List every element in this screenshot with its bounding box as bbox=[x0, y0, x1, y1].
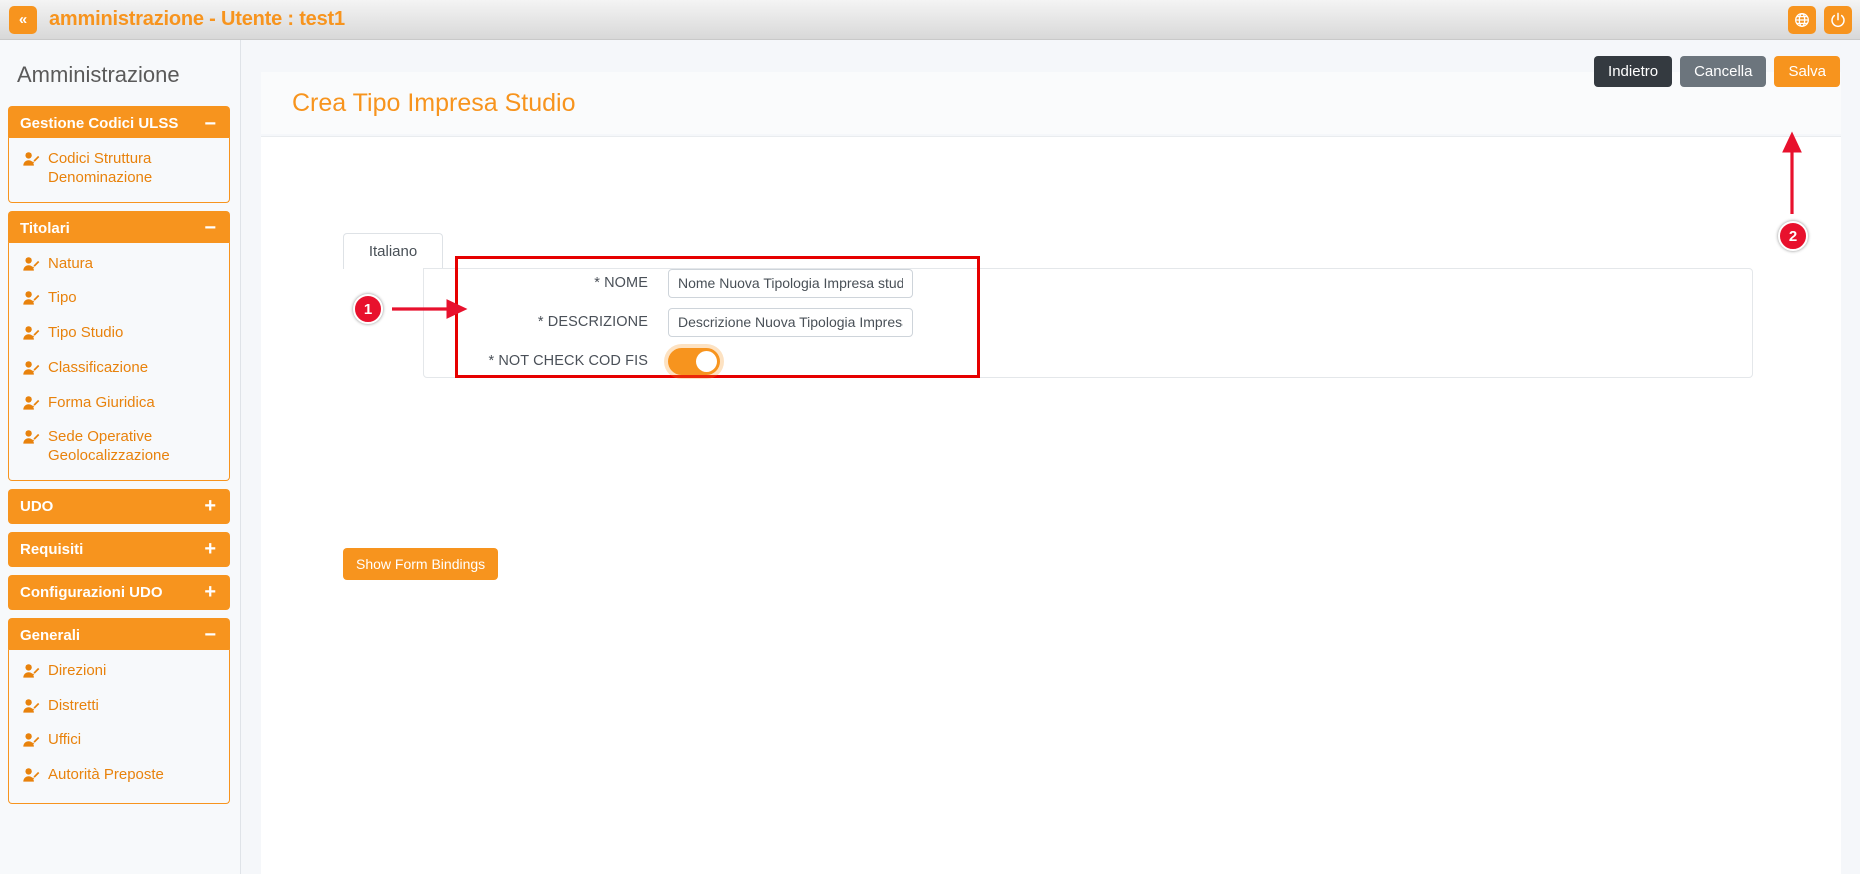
nome-input[interactable] bbox=[668, 268, 913, 298]
power-icon[interactable] bbox=[1824, 6, 1852, 34]
page-action-buttons: Indietro Cancella Salva bbox=[1594, 56, 1840, 87]
sidebar-title: Amministrazione bbox=[17, 62, 180, 87]
user-edit-icon bbox=[23, 698, 40, 720]
sidebar-group-label: Configurazioni UDO bbox=[20, 583, 163, 601]
chevron-double-left-icon[interactable]: « bbox=[9, 5, 37, 34]
not-check-cod-fis-toggle[interactable] bbox=[668, 347, 720, 375]
sidebar-item-classificazione[interactable]: Classificazione bbox=[9, 353, 229, 388]
label-nome: * NOME bbox=[594, 275, 648, 291]
minus-icon[interactable]: − bbox=[204, 114, 216, 134]
sidebar-item-label: Tipo Studio bbox=[48, 324, 124, 341]
sidebar-group: UDO + bbox=[8, 488, 230, 524]
sidebar-groups: Gestione Codici ULSS − Codici Struttura De… bbox=[0, 106, 240, 804]
field-row-not-check-cod-fis: * NOT CHECK COD FIS bbox=[458, 343, 977, 379]
user-edit-icon bbox=[23, 326, 40, 347]
minus-icon[interactable]: − bbox=[204, 218, 216, 238]
app-title: amministrazione - Utente : test1 bbox=[49, 8, 345, 30]
sidebar-group: Requisiti + bbox=[8, 531, 230, 567]
sidebar-item-uffici[interactable]: Uffici bbox=[9, 725, 229, 760]
user-edit-icon bbox=[23, 256, 40, 278]
toggle-knob bbox=[696, 350, 717, 372]
plus-icon[interactable]: + bbox=[204, 496, 216, 516]
topbar-actions bbox=[1788, 6, 1852, 34]
sidebar-group-label: UDO bbox=[20, 497, 54, 515]
user-edit-icon bbox=[23, 430, 40, 451]
sidebar-item-label: Direzioni bbox=[48, 661, 107, 679]
sidebar-item-direzioni[interactable]: Direzioni bbox=[9, 656, 229, 691]
sidebar-item-label: Natura bbox=[48, 254, 94, 272]
cancel-button[interactable]: Cancella bbox=[1680, 56, 1767, 87]
user-edit-icon bbox=[23, 768, 40, 789]
top-bar: « amministrazione - Utente : test1 bbox=[0, 0, 1860, 40]
sidebar-group-header-0[interactable]: Gestione Codici ULSS − bbox=[8, 106, 230, 141]
sidebar-group: Titolari − Natura Tipo Tipo Studio Classifica… bbox=[8, 210, 230, 481]
user-edit-icon bbox=[23, 360, 40, 382]
sidebar-group-label: Titolari bbox=[20, 219, 70, 237]
sidebar-group-header-5[interactable]: Generali − bbox=[8, 617, 230, 653]
back-button[interactable]: Indietro bbox=[1594, 56, 1673, 87]
sidebar-item-autorit-preposte[interactable]: Autorità Preposte bbox=[9, 760, 229, 795]
sidebar-group-header-1[interactable]: Titolari − bbox=[8, 210, 230, 246]
sidebar-item-label: Classificazione bbox=[48, 358, 149, 376]
sidebar-group-header-2[interactable]: UDO + bbox=[8, 488, 230, 524]
sidebar-item-tipo-studio[interactable]: Tipo Studio bbox=[9, 318, 229, 353]
sidebar-group-header-4[interactable]: Configurazioni UDO + bbox=[8, 574, 230, 610]
tab-italiano[interactable]: Italiano bbox=[343, 233, 443, 269]
sidebar-item-label: Forma Giuridica bbox=[48, 393, 155, 411]
annotation-badge-1: 1 bbox=[353, 294, 383, 324]
sidebar-item-label: Autorità Preposte bbox=[48, 766, 164, 783]
sidebar-group-body: Direzioni Distretti Uffici Autorità Prepost… bbox=[8, 649, 230, 804]
sidebar-group: Gestione Codici ULSS − Codici Struttura De… bbox=[8, 106, 230, 203]
user-edit-icon bbox=[23, 395, 40, 417]
form-fields-highlight-box: * NOME * DESCRIZIONE * NOT CHECK COD FIS bbox=[455, 256, 980, 378]
label-descrizione: * DESCRIZIONE bbox=[537, 314, 648, 330]
sidebar-group: Configurazioni UDO + bbox=[8, 574, 230, 610]
sidebar-group-body: Natura Tipo Tipo Studio Classificazione Form… bbox=[8, 242, 230, 481]
sidebar-group-label: Generali bbox=[20, 626, 81, 644]
user-edit-icon bbox=[23, 152, 40, 173]
sidebar-item-label: Tipo bbox=[48, 289, 77, 307]
user-edit-icon bbox=[23, 733, 40, 754]
annotation-badge-2: 2 bbox=[1778, 221, 1808, 251]
sidebar-group-label: Gestione Codici ULSS bbox=[20, 115, 179, 132]
plus-icon[interactable]: + bbox=[204, 539, 216, 559]
sidebar-item-sede-operative-geolocalizzazione[interactable]: Sede Operative Geolocalizzazione bbox=[9, 422, 229, 472]
sidebar: Amministrazione Gestione Codici ULSS − Cod… bbox=[0, 40, 241, 874]
sidebar-item-tipo[interactable]: Tipo bbox=[9, 283, 229, 318]
sidebar-group-label: Requisiti bbox=[20, 540, 84, 558]
form-card: Italiano * NOME * DESCRIZIONE * NOT CHEC… bbox=[261, 136, 1841, 874]
page-title: Crea Tipo Impresa Studio bbox=[292, 88, 576, 117]
sidebar-item-label: Sede Operative Geolocalizzazione bbox=[48, 428, 170, 464]
user-edit-icon bbox=[23, 291, 40, 312]
main-content: Crea Tipo Impresa Studio Indietro Cancel… bbox=[241, 40, 1860, 874]
sidebar-group-body: Codici Struttura Denominazione bbox=[8, 138, 230, 203]
globe-icon[interactable] bbox=[1788, 6, 1816, 34]
sidebar-item-label: Codici Struttura Denominazione bbox=[48, 150, 153, 186]
show-form-bindings-button[interactable]: Show Form Bindings bbox=[343, 548, 499, 580]
sidebar-item-label: Distretti bbox=[48, 696, 99, 714]
sidebar-group: Generali − Direzioni Distretti Uffici Autorit… bbox=[8, 617, 230, 804]
field-row-nome: * NOME bbox=[458, 265, 977, 301]
sidebar-item-forma-giuridica[interactable]: Forma Giuridica bbox=[9, 388, 229, 423]
sidebar-item-codici-struttura-denominazione[interactable]: Codici Struttura Denominazione bbox=[9, 144, 229, 194]
user-edit-icon bbox=[23, 663, 40, 685]
sidebar-item-natura[interactable]: Natura bbox=[9, 249, 229, 284]
plus-icon[interactable]: + bbox=[204, 582, 216, 602]
save-button[interactable]: Salva bbox=[1774, 56, 1840, 87]
label-not-check-cod-fis: * NOT CHECK COD FIS bbox=[488, 353, 648, 369]
sidebar-item-distretti[interactable]: Distretti bbox=[9, 691, 229, 726]
sidebar-item-label: Uffici bbox=[48, 731, 82, 749]
field-row-descrizione: * DESCRIZIONE bbox=[458, 304, 977, 340]
minus-icon[interactable]: − bbox=[204, 625, 216, 645]
descrizione-input[interactable] bbox=[668, 307, 913, 337]
sidebar-group-header-3[interactable]: Requisiti + bbox=[8, 531, 230, 567]
